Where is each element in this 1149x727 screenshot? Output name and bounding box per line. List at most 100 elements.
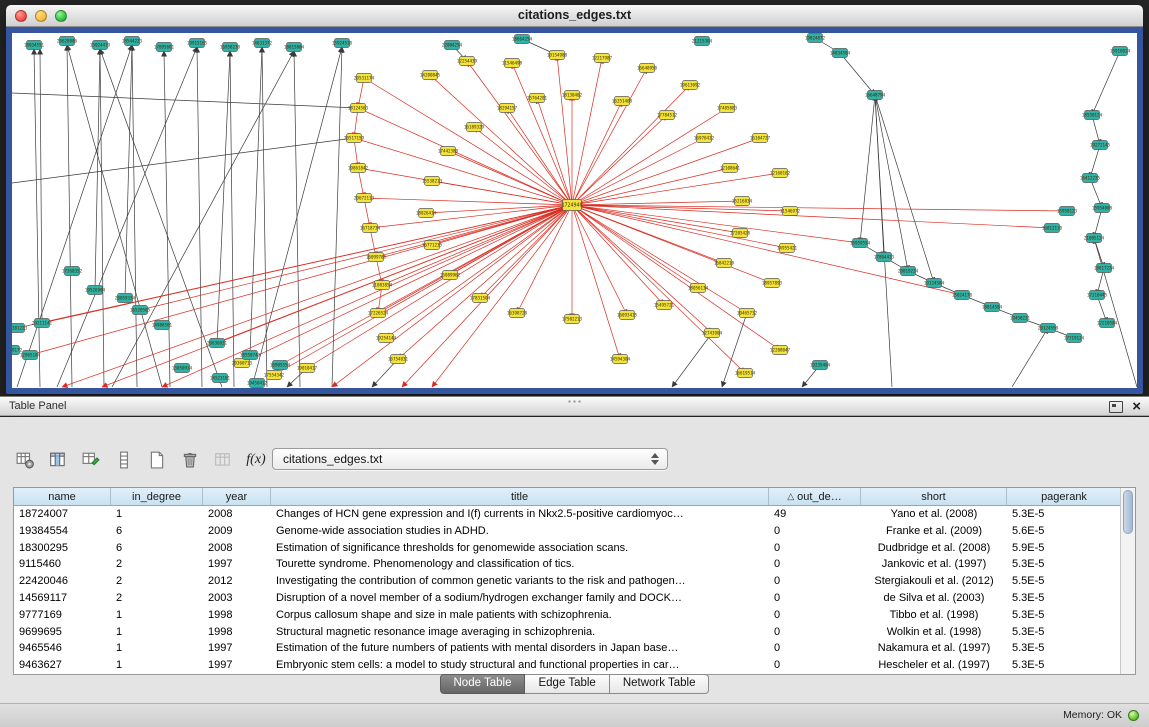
network-node[interactable]: 20211141: [32, 319, 53, 328]
network-node[interactable]: 20059334: [115, 294, 136, 303]
table-cell[interactable]: 0: [769, 624, 861, 641]
table-cell[interactable]: Franke et al. (2009): [861, 523, 1007, 540]
network-node[interactable]: 14594304: [610, 355, 631, 364]
network-node[interactable]: 18550124: [1082, 111, 1103, 120]
network-node[interactable]: 18056134: [688, 284, 709, 293]
network-node[interactable]: 15089962: [440, 271, 461, 280]
network-node[interactable]: 21005124: [1084, 234, 1105, 243]
table-cell[interactable]: 5.3E-5: [1007, 624, 1122, 641]
table-cell[interactable]: 5.6E-5: [1007, 523, 1122, 540]
table-cell[interactable]: Dudbridge et al. (2008): [861, 540, 1007, 557]
close-window-button[interactable]: [15, 10, 27, 22]
table-row[interactable]: 1830029562008Estimation of significance …: [14, 540, 1135, 557]
import-table-button[interactable]: [210, 447, 236, 473]
network-node[interactable]: 16905554: [270, 361, 291, 370]
tab-node-table[interactable]: Node Table: [440, 674, 526, 694]
network-node[interactable]: 15024419: [90, 41, 111, 50]
table-cell[interactable]: 5.3E-5: [1007, 506, 1122, 523]
network-node[interactable]: 16012110: [1042, 224, 1063, 233]
network-node[interactable]: 10154908: [547, 51, 568, 60]
table-cell[interactable]: 0: [769, 573, 861, 590]
table-cell[interactable]: Tourette syndrome. Phenomenology and cla…: [271, 556, 769, 573]
network-node[interactable]: 18617234: [1094, 264, 1115, 273]
table-cell[interactable]: 1998: [203, 624, 271, 641]
table-cell[interactable]: 49: [769, 506, 861, 523]
network-node[interactable]: 12743904: [702, 329, 723, 338]
network-node[interactable]: 19272145: [1090, 141, 1111, 150]
table-cell[interactable]: de Silva et al. (2003): [861, 590, 1007, 607]
scrollbar-thumb[interactable]: [1123, 490, 1133, 534]
table-cell[interactable]: 1: [111, 624, 203, 641]
network-node[interactable]: 18544223: [122, 37, 143, 46]
network-node[interactable]: 15954008: [1092, 204, 1113, 213]
table-cell[interactable]: 0: [769, 540, 861, 557]
network-node[interactable]: 17485083: [717, 104, 738, 113]
network-window-titlebar[interactable]: citations_edges.txt: [6, 5, 1143, 27]
network-node[interactable]: 17260352: [62, 267, 83, 276]
table-cell[interactable]: Estimation of the future numbers of pati…: [271, 640, 769, 657]
table-cell[interactable]: 5.3E-5: [1007, 607, 1122, 624]
network-node[interactable]: 15024170: [952, 291, 973, 300]
table-cell[interactable]: 0: [769, 607, 861, 624]
network-node[interactable]: 12217987: [592, 54, 613, 63]
network-node[interactable]: 12160162: [770, 169, 791, 178]
network-node[interactable]: 16771235: [422, 241, 443, 250]
network-node[interactable]: 16842210: [714, 259, 735, 268]
network-node[interactable]: 15910024: [1110, 47, 1131, 56]
network-node[interactable]: 16958230: [220, 43, 241, 52]
delete-column-button[interactable]: [177, 447, 203, 473]
network-node[interactable]: 15495721: [654, 301, 675, 310]
network-node[interactable]: 18026414: [416, 209, 437, 218]
table-cell[interactable]: 18300295: [14, 540, 111, 557]
table-cell[interactable]: Jankovic et al. (1997): [861, 556, 1007, 573]
table-cell[interactable]: 5.3E-5: [1007, 640, 1122, 657]
function-builder-button[interactable]: f(x): [243, 447, 269, 473]
new-table-button[interactable]: [144, 447, 170, 473]
table-cell[interactable]: Genome-wide association studies in ADHD.: [271, 523, 769, 540]
table-cell[interactable]: Stergiakouli et al. (2012): [861, 573, 1007, 590]
table-cell[interactable]: 0: [769, 556, 861, 573]
network-node[interactable]: 17442380: [438, 147, 459, 156]
tab-edge-table[interactable]: Edge Table: [525, 674, 609, 694]
network-node[interactable]: 18550743: [240, 351, 261, 360]
network-node[interactable]: 11083854: [372, 281, 393, 290]
table-cell[interactable]: 5.3E-5: [1007, 657, 1122, 674]
network-node[interactable]: 18815804: [284, 43, 305, 52]
table-cell[interactable]: 0: [769, 657, 861, 674]
table-cell[interactable]: 6: [111, 540, 203, 557]
table-cell[interactable]: 2008: [203, 540, 271, 557]
table-cell[interactable]: 1998: [203, 607, 271, 624]
network-node[interactable]: 16959554: [850, 239, 871, 248]
table-cell[interactable]: 14569117: [14, 590, 111, 607]
network-node[interactable]: 18814504: [982, 303, 1003, 312]
table-cell[interactable]: 2: [111, 590, 203, 607]
network-node[interactable]: 15381223: [12, 324, 28, 333]
network-node[interactable]: 19254144: [376, 334, 397, 343]
table-cell[interactable]: 5.3E-5: [1007, 590, 1122, 607]
network-node[interactable]: 15764201: [527, 94, 548, 103]
table-cell[interactable]: Estimation of significance thresholds fo…: [271, 540, 769, 557]
float-panel-icon[interactable]: [1109, 401, 1123, 413]
network-node[interactable]: 16251468: [612, 97, 633, 106]
column-header-out_de[interactable]: △out_de…: [769, 488, 861, 505]
network-node[interactable]: 14834504: [830, 49, 851, 58]
network-node[interactable]: 16398728: [507, 309, 528, 318]
table-cell[interactable]: Investigating the contribution of common…: [271, 573, 769, 590]
network-node[interactable]: 17095601: [154, 43, 175, 52]
network-node[interactable]: 10465732: [737, 309, 758, 318]
edit-column-button[interactable]: [78, 447, 104, 473]
table-cell[interactable]: Embryonic stem cells: a model to study s…: [271, 657, 769, 674]
table-cell[interactable]: 6: [111, 523, 203, 540]
column-header-pagerank[interactable]: pagerank: [1007, 488, 1122, 505]
table-row[interactable]: 1872400712008Changes of HCN gene express…: [14, 506, 1135, 523]
network-node[interactable]: 15924510: [332, 39, 353, 48]
table-cell[interactable]: 18724007: [14, 506, 111, 523]
network-graph[interactable]: 1813040216251468177845121697641212108641…: [12, 33, 1137, 388]
table-cell[interactable]: Structural magnetic resonance image aver…: [271, 624, 769, 641]
network-node[interactable]: 11546972: [780, 207, 801, 216]
network-node[interactable]: 16640950: [637, 64, 658, 73]
network-node[interactable]: 12254439: [457, 57, 478, 66]
network-node[interactable]: 20672113: [354, 194, 375, 203]
table-cell[interactable]: 19384554: [14, 523, 111, 540]
network-node[interactable]: 18957893: [762, 279, 783, 288]
